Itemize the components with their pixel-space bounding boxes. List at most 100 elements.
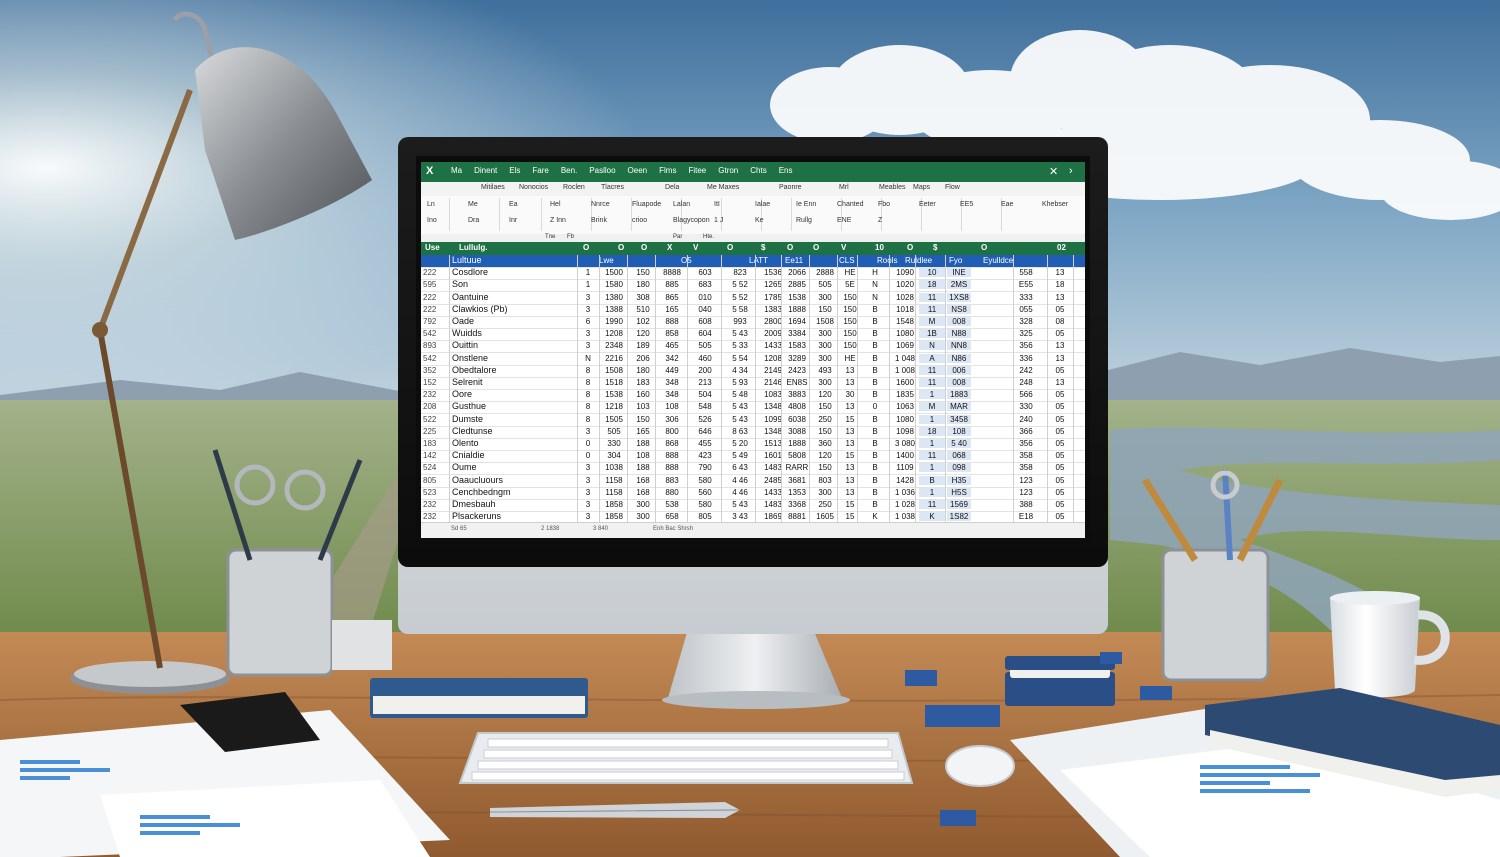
table-cell[interactable]: 1 [919, 390, 945, 400]
menu-tab[interactable]: Fitee [682, 166, 712, 175]
table-cell[interactable]: 05 [1051, 415, 1069, 424]
table-cell[interactable]: B [919, 475, 945, 485]
table-cell[interactable]: 8888 [659, 268, 685, 277]
table-cell[interactable]: 2885 [785, 280, 809, 289]
table-cell[interactable]: 558 [1017, 268, 1035, 277]
table-cell[interactable]: B [861, 463, 889, 472]
menu-tab[interactable]: Ben. [555, 166, 583, 175]
table-cell[interactable]: 150 [631, 268, 655, 277]
row-number[interactable]: 208 [423, 402, 436, 411]
table-cell[interactable]: 300 [813, 341, 837, 350]
table-cell[interactable]: 200 [691, 366, 719, 375]
column-header[interactable]: O [727, 243, 733, 252]
table-cell[interactable]: 3 [579, 341, 597, 350]
row-name[interactable]: Olento [452, 438, 479, 448]
table-cell[interactable]: 006 [947, 365, 971, 375]
table-cell[interactable]: 5 43 [725, 500, 755, 509]
ribbon-button[interactable]: Dra [468, 217, 479, 224]
row-number[interactable]: 225 [423, 427, 436, 436]
column-header[interactable]: $ [761, 243, 765, 252]
table-cell[interactable]: 05 [1051, 305, 1069, 314]
table-cell[interactable]: 18 [919, 280, 945, 290]
row-number[interactable]: 222 [423, 293, 436, 302]
table-cell[interactable]: 504 [691, 390, 719, 399]
table-cell[interactable]: 1483 [759, 500, 787, 509]
table-cell[interactable]: 342 [659, 354, 685, 363]
table-cell[interactable]: 1858 [601, 500, 627, 509]
table-cell[interactable]: 0 [579, 451, 597, 460]
table-cell[interactable]: 2485 [759, 476, 787, 485]
row-name[interactable]: Oume [452, 462, 477, 472]
table-cell[interactable]: 3368 [785, 500, 809, 509]
row-name[interactable]: Ouittin [452, 340, 478, 350]
table-cell[interactable]: 505 [691, 341, 719, 350]
table-cell[interactable]: 5 52 [725, 280, 755, 289]
table-cell[interactable]: 1208 [759, 354, 787, 363]
table-cell[interactable]: 5 43 [725, 329, 755, 338]
table-cell[interactable]: B [861, 451, 889, 460]
table-cell[interactable]: E18 [1017, 512, 1035, 521]
ribbon-button[interactable]: Me [468, 201, 478, 208]
table-cell[interactable]: N [861, 280, 889, 289]
row-name[interactable]: Plsackeruns [452, 511, 501, 521]
table-cell[interactable]: 2009 [759, 329, 787, 338]
table-cell[interactable]: 8 [579, 378, 597, 387]
table-cell[interactable]: 6 [579, 317, 597, 326]
table-cell[interactable]: 1 [579, 268, 597, 277]
table-cell[interactable]: NS8 [947, 304, 971, 314]
ribbon-button[interactable]: Ie Enn [796, 201, 816, 208]
table-cell[interactable]: A [919, 353, 945, 363]
table-cell[interactable]: 3 [579, 488, 597, 497]
table-cell[interactable]: 168 [631, 476, 655, 485]
table-cell[interactable]: 08 [1051, 317, 1069, 326]
table-cell[interactable]: B [861, 341, 889, 350]
table-cell[interactable]: 108 [631, 451, 655, 460]
table-cell[interactable]: 328 [1017, 317, 1035, 326]
ribbon-tab[interactable]: Mitilaes [481, 184, 505, 191]
table-cell[interactable]: 1580 [601, 280, 627, 289]
table-cell[interactable]: 803 [813, 476, 837, 485]
table-cell[interactable]: 120 [813, 451, 837, 460]
table-cell[interactable]: 213 [691, 378, 719, 387]
table-cell[interactable]: 05 [1051, 329, 1069, 338]
table-cell[interactable]: 1883 [947, 390, 971, 400]
column-header[interactable]: 10 [875, 243, 884, 252]
table-cell[interactable]: 1158 [601, 476, 627, 485]
table-cell[interactable]: 2800 [759, 317, 787, 326]
table-cell[interactable]: 505 [601, 427, 627, 436]
table-cell[interactable]: 3 [579, 329, 597, 338]
table-cell[interactable]: 800 [659, 427, 685, 436]
table-cell[interactable]: B [861, 354, 889, 363]
column-header[interactable]: O [813, 243, 819, 252]
table-cell[interactable]: 1098 [893, 427, 917, 436]
table-cell[interactable]: 1505 [601, 415, 627, 424]
ribbon-button[interactable]: Ialae [755, 201, 770, 208]
row-name[interactable]: Clawkios (Pb) [452, 304, 508, 314]
table-cell[interactable]: 3458 [947, 414, 971, 424]
table-cell[interactable]: 1428 [893, 476, 917, 485]
table-cell[interactable]: 8 63 [725, 427, 755, 436]
table-cell[interactable]: 1508 [813, 317, 837, 326]
table-cell[interactable]: B [861, 329, 889, 338]
menu-tab[interactable]: Flms [653, 166, 682, 175]
table-cell[interactable]: 2149 [759, 366, 787, 375]
row-name[interactable]: Son [452, 279, 468, 289]
table-cell[interactable]: B [861, 476, 889, 485]
table-cell[interactable]: 683 [691, 280, 719, 289]
row-name[interactable]: Gusthue [452, 401, 486, 411]
table-cell[interactable]: 510 [631, 305, 655, 314]
table-row[interactable]: 222 Oantuine 3 1380 308 865 010 5 52 1785 1538 300… [421, 292, 1085, 305]
row-number[interactable]: 542 [423, 354, 436, 363]
column-header[interactable]: V [841, 243, 846, 252]
table-cell[interactable]: 250 [813, 415, 837, 424]
table-cell[interactable]: 4 34 [725, 366, 755, 375]
table-cell[interactable]: 5 52 [725, 293, 755, 302]
row-number[interactable]: 792 [423, 317, 436, 326]
table-cell[interactable]: 580 [691, 476, 719, 485]
table-cell[interactable]: 1080 [893, 415, 917, 424]
table-cell[interactable]: 11 [919, 292, 945, 302]
table-cell[interactable]: 1869 [759, 512, 787, 521]
table-cell[interactable]: 608 [691, 317, 719, 326]
table-cell[interactable]: 150 [813, 305, 837, 314]
table-cell[interactable]: M [919, 317, 945, 326]
